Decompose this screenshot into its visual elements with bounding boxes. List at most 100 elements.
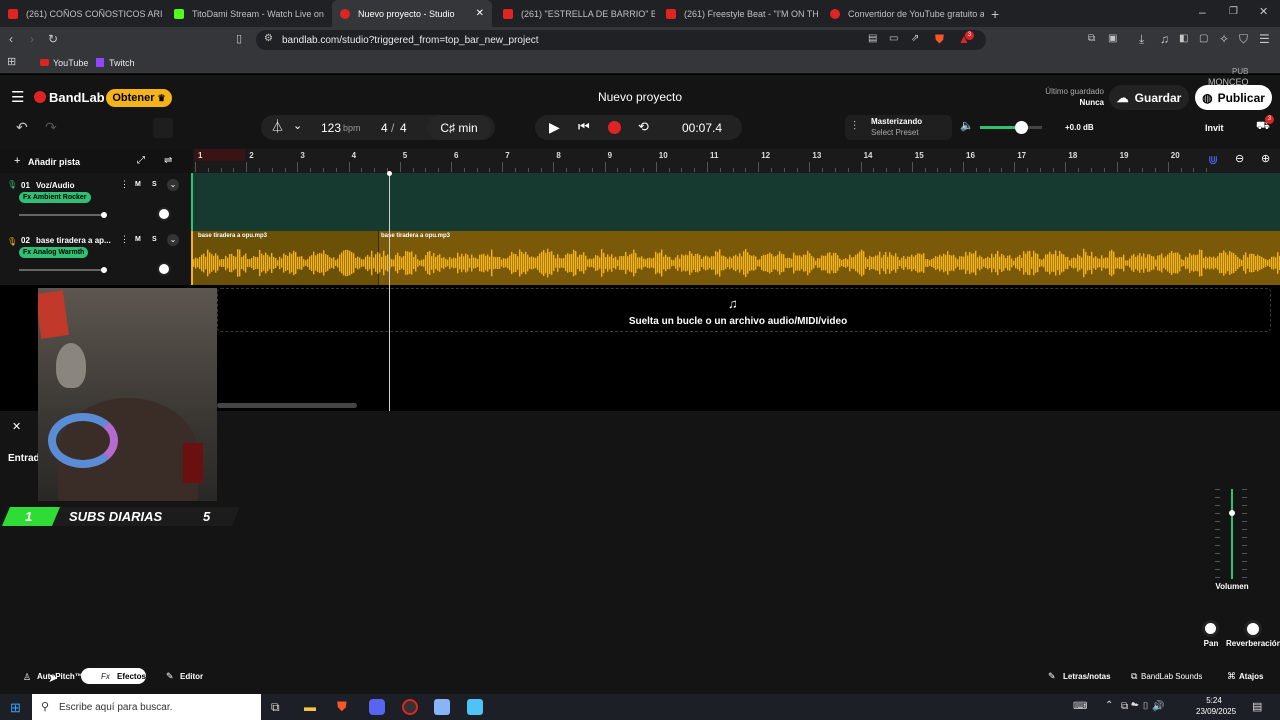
lyrics-button[interactable]: Letras/notas: [1063, 672, 1111, 681]
speaker-mute-icon[interactable]: 🔈: [960, 121, 974, 132]
fx-badge[interactable]: Fx Ambient Rocker: [19, 192, 91, 203]
time-signature-numerator[interactable]: 4: [381, 121, 388, 135]
playhead-handle[interactable]: [387, 171, 392, 176]
chevron-up-icon[interactable]: ⌃: [1105, 700, 1113, 711]
more-options-icon[interactable]: ⋮: [120, 180, 129, 189]
track-name[interactable]: Voz/Audio: [36, 181, 75, 190]
close-panel-icon[interactable]: ✕: [12, 420, 21, 433]
more-options-icon[interactable]: ⋮: [120, 235, 129, 244]
reload-icon[interactable]: ↻: [48, 33, 58, 45]
keyboard-icon[interactable]: ⌨: [1073, 701, 1087, 712]
reverb-knob[interactable]: [1244, 620, 1262, 638]
taskbar-search[interactable]: ⚲ Escribe aquí para buscar.: [32, 694, 261, 720]
minimize-icon[interactable]: –: [1199, 6, 1206, 18]
autopitch-button[interactable]: AutoPitch™: [37, 672, 83, 681]
pan-knob[interactable]: [157, 207, 171, 221]
brave-shield-icon[interactable]: ⛊: [935, 33, 944, 45]
track-name[interactable]: base tiradera a ap...: [36, 236, 111, 245]
apps-icon[interactable]: ⊞: [7, 57, 16, 68]
obs-icon[interactable]: [402, 699, 418, 715]
reader-icon[interactable]: ▤: [868, 34, 877, 44]
notifications-icon[interactable]: ▤: [1252, 700, 1262, 713]
app-icon[interactable]: [434, 699, 450, 715]
fx-badge[interactable]: Fx Analog Warmth: [19, 247, 89, 258]
timeline-ruler[interactable]: 1 2 3 4 5 6 7 8 9 10 11 12 13 14 15 16 17 18 19 20 ⋓ ⊖ ⊕: [193, 149, 1280, 173]
rewind-icon[interactable]: ⏮: [578, 120, 590, 133]
bookmark-icon[interactable]: ▯: [236, 34, 242, 45]
shortcuts-button[interactable]: Atajos: [1239, 672, 1263, 681]
record-icon[interactable]: [608, 121, 621, 134]
clock-date[interactable]: 23/09/2025: [1196, 707, 1236, 716]
brave-browser-icon[interactable]: ⛊: [337, 699, 347, 715]
track-settings-icon[interactable]: ⇌: [164, 156, 172, 166]
close-tab-icon[interactable]: ✕: [476, 8, 484, 19]
extensions-icon[interactable]: ⧉: [1088, 34, 1095, 44]
layout-icon[interactable]: [153, 118, 173, 138]
pan-knob[interactable]: [157, 262, 171, 276]
file-explorer-icon[interactable]: ▬: [304, 700, 316, 714]
mute-button[interactable]: M: [135, 236, 141, 243]
leo-icon[interactable]: ✧: [1219, 33, 1229, 45]
windows-start-icon[interactable]: ⊞: [10, 700, 21, 716]
key-selector[interactable]: C♯ min: [427, 115, 491, 140]
track-volume-slider[interactable]: [19, 269, 106, 271]
sidebar-icon[interactable]: ◧: [1179, 34, 1188, 44]
app-icon[interactable]: [467, 699, 483, 715]
track-lane-1[interactable]: [193, 173, 1280, 231]
browser-tab-active[interactable]: Nuevo proyecto - Studio ✕: [332, 0, 492, 27]
menu-icon[interactable]: ☰: [1259, 33, 1270, 45]
forward-icon[interactable]: ›: [30, 33, 34, 45]
undo-icon[interactable]: ↶: [16, 120, 28, 134]
magnet-icon[interactable]: ⋓: [1208, 154, 1218, 166]
zoom-in-icon[interactable]: ⊕: [1261, 154, 1270, 165]
site-info-icon[interactable]: ⚙: [264, 34, 273, 44]
solo-button[interactable]: S: [152, 181, 157, 188]
zoom-out-icon[interactable]: ⊖: [1235, 154, 1244, 165]
bookmark-twitch[interactable]: Twitch: [109, 58, 135, 68]
master-volume-knob[interactable]: [1015, 121, 1028, 134]
new-tab-icon[interactable]: +: [991, 7, 999, 21]
cast-icon[interactable]: ▭: [889, 34, 898, 44]
close-window-icon[interactable]: ✕: [1259, 7, 1268, 18]
loop-region[interactable]: [195, 149, 245, 161]
browser-tab[interactable]: (261) "ESTRELLA DE BARRIO" Base de: [495, 0, 655, 27]
redo-icon[interactable]: ↷: [45, 120, 57, 134]
download-icon[interactable]: ⤓: [1139, 33, 1144, 45]
metronome-icon[interactable]: ⏃: [271, 120, 284, 133]
automation-icon[interactable]: ⤢: [137, 156, 145, 166]
mute-button[interactable]: M: [135, 181, 141, 188]
tray-icons[interactable]: ⧉ ☁ ▯ 🔊: [1121, 701, 1165, 712]
restore-icon[interactable]: ❐: [1229, 7, 1238, 17]
solo-button[interactable]: S: [152, 236, 157, 243]
publish-button[interactable]: ◍ Publicar: [1195, 85, 1272, 110]
chevron-down-icon[interactable]: ⌄: [167, 179, 179, 191]
music-icon[interactable]: ♫: [1160, 33, 1169, 45]
invite-button[interactable]: Invit: [1205, 123, 1224, 133]
volume-fader-knob[interactable]: [1229, 510, 1235, 516]
track-volume-slider[interactable]: [19, 214, 106, 216]
effects-button[interactable]: Fx Efectos: [81, 668, 146, 684]
tempo-value[interactable]: 123: [321, 121, 341, 135]
editor-button[interactable]: Editor: [180, 672, 203, 681]
browser-tab[interactable]: (261) Freestyle Beat - "I'M ON THIS F: [658, 0, 818, 27]
track-volume-knob[interactable]: [101, 212, 107, 218]
clock-time[interactable]: 5:24: [1196, 696, 1232, 705]
back-icon[interactable]: ‹: [9, 33, 13, 45]
bandlab-sounds-button[interactable]: BandLab Sounds: [1141, 672, 1202, 681]
horizontal-scrollbar[interactable]: [217, 403, 357, 408]
share-icon[interactable]: ⇗: [911, 34, 919, 44]
save-button[interactable]: ☁ Guardar: [1109, 85, 1189, 110]
vpn-icon[interactable]: ⛉: [1239, 33, 1248, 45]
time-signature-denominator[interactable]: 4: [400, 121, 407, 135]
track-volume-knob[interactable]: [101, 267, 107, 273]
pan-knob[interactable]: [1202, 620, 1219, 637]
discord-icon[interactable]: [369, 699, 385, 715]
add-track-button[interactable]: Añadir pista: [28, 157, 80, 167]
play-icon[interactable]: ▶: [549, 120, 560, 134]
track-lane-2[interactable]: base tiradera a opu.mp3 base tiradera a …: [193, 231, 1280, 285]
browser-tab[interactable]: (261) COÑOS COÑOSTICOS ARISTO: [0, 0, 163, 27]
window-icon[interactable]: ▣: [1108, 34, 1117, 44]
volume-fader-track[interactable]: [1231, 489, 1233, 579]
chevron-down-icon[interactable]: ⌄: [293, 121, 302, 132]
browser-tab[interactable]: TitoDami Stream - Watch Live on Kick: [166, 0, 326, 27]
